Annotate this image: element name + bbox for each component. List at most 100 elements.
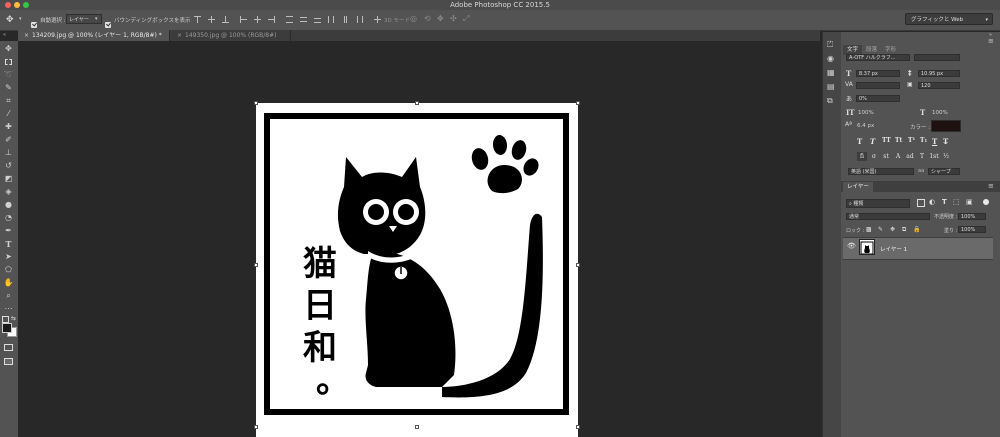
tab-close-icon[interactable]: × bbox=[24, 32, 29, 39]
move-icon[interactable]: ✥ bbox=[3, 44, 14, 53]
lock-transparent-icon[interactable]: ▩ bbox=[866, 226, 872, 233]
lock-all-icon[interactable]: 🔒 bbox=[913, 226, 920, 233]
vertical-scale-value[interactable]: 100% bbox=[858, 110, 874, 116]
tsume-field[interactable]: 0% bbox=[856, 95, 900, 102]
filter-pixel-icon[interactable] bbox=[917, 199, 925, 207]
toolbar-collapse-icon[interactable]: « bbox=[3, 32, 6, 38]
distribute-bottom-icon[interactable] bbox=[313, 15, 322, 24]
leading-field[interactable]: 10.95 px bbox=[918, 70, 960, 77]
crop-icon[interactable]: ⌗ bbox=[3, 96, 14, 105]
distribute-right-icon[interactable] bbox=[355, 15, 364, 24]
filter-type-icon[interactable]: T bbox=[942, 198, 947, 206]
text-color-swatch[interactable] bbox=[931, 120, 961, 132]
stamp-icon[interactable]: ⊥ bbox=[3, 148, 14, 157]
font-family-select[interactable]: A-OTF ハルクラフ... bbox=[846, 54, 910, 61]
move-tool-icon[interactable]: ✥ bbox=[6, 15, 16, 25]
shape-icon[interactable]: ⬠ bbox=[3, 265, 14, 274]
properties-panel-icon[interactable]: ◉ bbox=[827, 54, 834, 63]
subscript-button[interactable]: T₁ bbox=[920, 137, 927, 144]
all-caps-button[interactable]: TT bbox=[882, 137, 891, 144]
align-right-icon[interactable] bbox=[267, 15, 276, 24]
panel-menu-icon[interactable]: ≡ bbox=[988, 182, 994, 190]
transform-handle[interactable] bbox=[415, 425, 419, 429]
transform-handle[interactable] bbox=[254, 425, 258, 429]
small-caps-button[interactable]: Tt bbox=[895, 137, 902, 144]
panel-collapse-icon[interactable]: » bbox=[989, 32, 992, 38]
blur-icon[interactable]: ● bbox=[3, 200, 14, 209]
align-top-icon[interactable] bbox=[193, 15, 202, 24]
swash-button[interactable]: σ bbox=[869, 153, 879, 160]
tracking-field[interactable]: 120 bbox=[918, 82, 960, 89]
transform-handle[interactable] bbox=[576, 101, 580, 105]
screen-mode-icon[interactable] bbox=[4, 358, 13, 365]
language-select[interactable]: 英語 (米国) bbox=[848, 168, 914, 175]
type-icon[interactable]: T bbox=[3, 239, 14, 249]
swap-colors-icon[interactable]: ⇆ bbox=[11, 315, 16, 322]
filter-toggle-icon[interactable] bbox=[983, 199, 989, 205]
character-panel-icon[interactable]: ▤ bbox=[827, 82, 835, 91]
filter-smart-object-icon[interactable]: ▣ bbox=[966, 198, 973, 206]
healing-brush-icon[interactable]: ✚ bbox=[3, 122, 14, 131]
path-select-icon[interactable]: ➤ bbox=[3, 252, 14, 261]
font-size-field[interactable]: 8.37 px bbox=[856, 70, 900, 77]
align-horizontal-center-icon[interactable] bbox=[253, 15, 262, 24]
quick-select-icon[interactable]: ✎ bbox=[3, 83, 14, 92]
transform-handle[interactable] bbox=[415, 101, 419, 105]
brush-icon[interactable]: ✐ bbox=[3, 135, 14, 144]
superscript-button[interactable]: T¹ bbox=[908, 137, 915, 144]
history-brush-icon[interactable]: ↺ bbox=[3, 161, 14, 170]
document-tab[interactable]: × 149350.jpg @ 100% (RGB/8#) bbox=[171, 30, 291, 41]
eraser-icon[interactable]: ◩ bbox=[3, 174, 14, 183]
blend-mode-select[interactable]: 通常 bbox=[846, 213, 930, 220]
eyedropper-icon[interactable]: ⁄ bbox=[3, 109, 14, 118]
antialias-select[interactable]: シャープ bbox=[928, 168, 960, 175]
baseline-shift-value[interactable]: 6.4 px bbox=[857, 123, 874, 129]
distribute-top-icon[interactable] bbox=[285, 15, 294, 24]
zoom-icon[interactable]: ⌕ bbox=[3, 291, 14, 300]
tab-close-icon[interactable]: × bbox=[177, 32, 182, 39]
underline-button[interactable]: T bbox=[932, 137, 937, 146]
dodge-icon[interactable]: ◔ bbox=[3, 213, 14, 222]
titling-alt-button[interactable]: ad bbox=[905, 153, 915, 160]
tab-layers[interactable]: レイヤー bbox=[843, 182, 873, 192]
fill-field[interactable]: 100% bbox=[958, 226, 986, 233]
ligature-button[interactable]: fi bbox=[857, 152, 867, 161]
3d-slide-icon[interactable]: ✣ bbox=[450, 14, 457, 23]
panel-menu-icon[interactable]: ≡ bbox=[988, 37, 994, 45]
discretionary-ligature-button[interactable]: st bbox=[881, 153, 891, 160]
align-bottom-icon[interactable] bbox=[221, 15, 230, 24]
default-colors-icon[interactable] bbox=[2, 316, 9, 323]
transform-handle[interactable] bbox=[254, 101, 258, 105]
marquee-icon[interactable] bbox=[3, 57, 14, 66]
faux-bold-button[interactable]: T bbox=[857, 137, 862, 146]
filter-adjustment-icon[interactable]: ◐ bbox=[929, 198, 935, 206]
visibility-eye-icon[interactable]: 👁 bbox=[847, 242, 856, 250]
transform-handle[interactable] bbox=[576, 263, 580, 267]
3d-roll-icon[interactable]: ⟲ bbox=[424, 14, 431, 23]
tool-preset-arrow-icon[interactable]: ▾ bbox=[19, 16, 22, 22]
filter-shape-icon[interactable]: ⬚ bbox=[953, 198, 960, 206]
align-vertical-center-icon[interactable] bbox=[207, 15, 216, 24]
ornament-button[interactable]: T bbox=[917, 153, 927, 160]
lasso-icon[interactable]: ➰ bbox=[3, 70, 14, 79]
pen-icon[interactable]: ✒ bbox=[3, 226, 14, 235]
3d-orbit-icon[interactable]: ◎ bbox=[410, 14, 417, 23]
ordinal-button[interactable]: 1st bbox=[929, 153, 939, 160]
quick-mask-icon[interactable] bbox=[4, 344, 13, 351]
lock-artboard-icon[interactable]: ⧉ bbox=[902, 226, 906, 234]
3d-scale-icon[interactable]: ⤢ bbox=[463, 14, 469, 24]
distribute-vcenter-icon[interactable] bbox=[299, 15, 308, 24]
foreground-color-swatch[interactable] bbox=[2, 323, 12, 333]
paint-bucket-icon[interactable]: ◈ bbox=[3, 187, 14, 196]
distribute-hcenter-icon[interactable] bbox=[341, 15, 350, 24]
layer-name[interactable]: レイヤー 1 bbox=[880, 245, 907, 253]
hand-icon[interactable]: ✋ bbox=[3, 278, 14, 287]
stylistic-alt-button[interactable]: A bbox=[893, 153, 903, 160]
transform-handle[interactable] bbox=[254, 263, 258, 267]
more-icon[interactable]: ⋯ bbox=[3, 304, 14, 313]
strikethrough-button[interactable]: T̶ bbox=[943, 137, 948, 146]
lock-position-icon[interactable]: ✥ bbox=[890, 226, 895, 233]
document-canvas[interactable]: 猫 日 和 。 bbox=[256, 103, 578, 437]
distribute-left-icon[interactable] bbox=[327, 15, 336, 24]
3d-pan-icon[interactable]: ✥ bbox=[437, 14, 444, 23]
